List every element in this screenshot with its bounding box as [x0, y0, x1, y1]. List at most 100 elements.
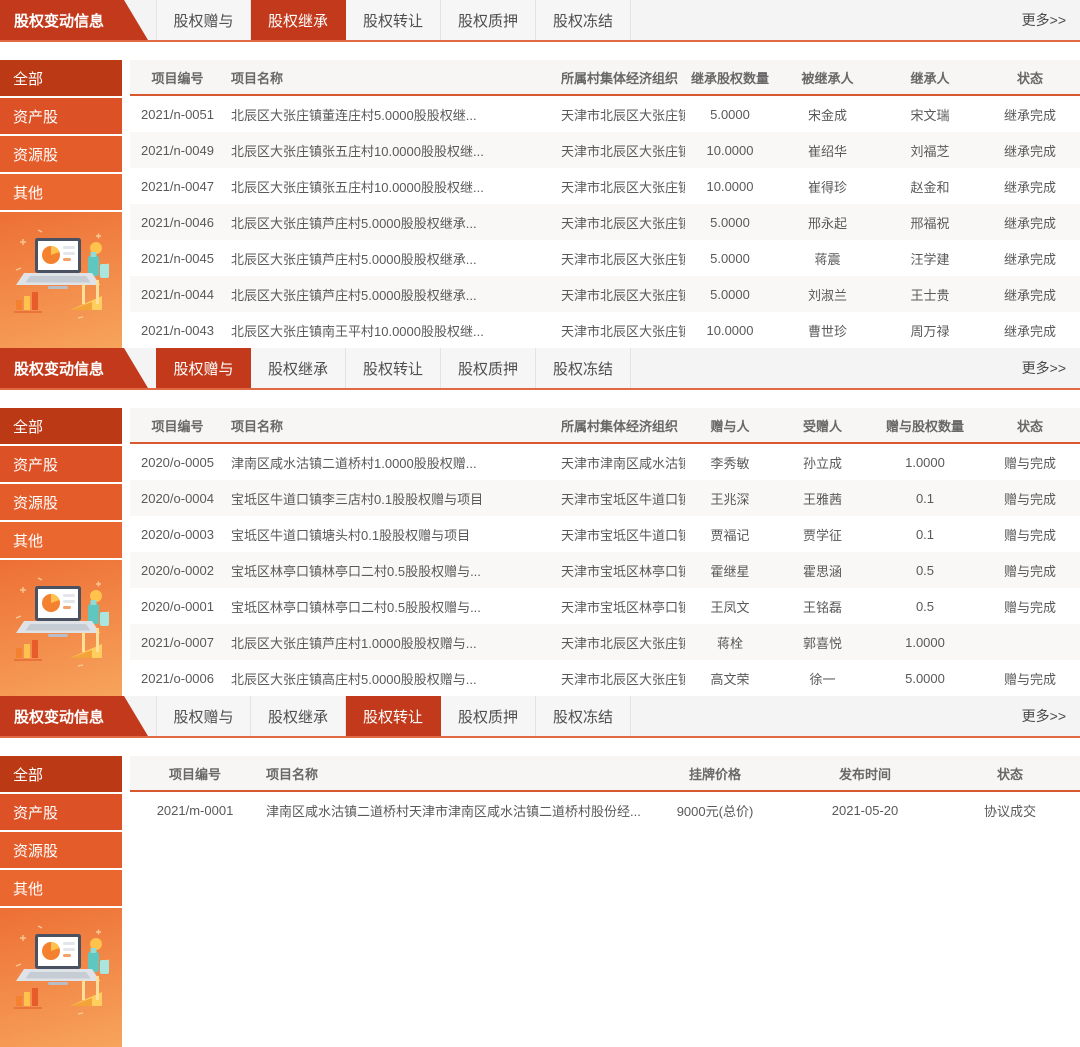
table-row[interactable]: 2021/n-0043北辰区大张庄镇南王平村10.0000股股权继...天津市北… — [130, 312, 1080, 348]
tab-equity-gift[interactable]: 股权赠与 — [156, 696, 251, 736]
laptop-analytics-illustration — [8, 922, 114, 1022]
table-cell: 1.0000 — [870, 455, 980, 470]
table-row[interactable]: 2021/o-0006北辰区大张庄镇高庄村5.0000股股权赠与...天津市北辰… — [130, 660, 1080, 696]
sidebar-item-all[interactable]: 全部 — [0, 756, 122, 794]
table-cell: 周万禄 — [880, 321, 980, 340]
sidebar-item-asset-shares[interactable]: 资产股 — [0, 98, 122, 136]
table-cell: 孙立成 — [775, 453, 870, 472]
table-cell: 王凤文 — [685, 597, 775, 616]
sidebar-item-other[interactable]: 其他 — [0, 522, 122, 560]
table-cell: 2021/n-0044 — [130, 287, 225, 302]
section-content: 全部资产股资源股其他 项目编号项目名称所属村集体经济组织赠与人受赠人赠与股权数量… — [0, 408, 1080, 696]
sidebar-item-all[interactable]: 全部 — [0, 60, 122, 98]
table-cell: 李秀敏 — [685, 453, 775, 472]
more-link[interactable]: 更多>> — [1022, 0, 1080, 40]
table-row[interactable]: 2020/o-0002宝坻区林亭口镇林亭口二村0.5股股权赠与...天津市宝坻区… — [130, 552, 1080, 588]
table-body: 2021/m-0001津南区咸水沽镇二道桥村天津市津南区咸水沽镇二道桥村股份经.… — [130, 792, 1080, 1047]
table-row[interactable]: 2021/n-0049北辰区大张庄镇张五庄村10.0000股股权继...天津市北… — [130, 132, 1080, 168]
table-cell: 2021/o-0007 — [130, 635, 225, 650]
tab-equity-transfer[interactable]: 股权转让 — [346, 348, 441, 388]
column-header: 项目名称 — [225, 416, 555, 435]
column-header: 赠与股权数量 — [870, 416, 980, 435]
sidebar-illustration-area — [0, 212, 122, 348]
more-link[interactable]: 更多>> — [1022, 348, 1080, 388]
table-row[interactable]: 2021/n-0045北辰区大张庄镇芦庄村5.0000股股权继承...天津市北辰… — [130, 240, 1080, 276]
table-cell: 天津市宝坻区牛道口镇李三店村股... — [555, 489, 685, 508]
tab-bar: 股权变动信息 股权赠与股权继承股权转让股权质押股权冻结 更多>> — [0, 348, 1080, 390]
tab-equity-freeze[interactable]: 股权冻结 — [536, 348, 631, 388]
section-equity-gift: 股权变动信息 股权赠与股权继承股权转让股权质押股权冻结 更多>> 全部资产股资源… — [0, 348, 1080, 696]
tab-equity-inheritance[interactable]: 股权继承 — [251, 696, 346, 736]
tab-equity-inheritance[interactable]: 股权继承 — [251, 348, 346, 388]
tab-equity-transfer[interactable]: 股权转让 — [346, 0, 441, 40]
tab-equity-inheritance[interactable]: 股权继承 — [251, 0, 346, 40]
table-cell: 蒋栓 — [685, 633, 775, 652]
tab-equity-freeze[interactable]: 股权冻结 — [536, 696, 631, 736]
table-cell: 5.0000 — [685, 251, 775, 266]
sidebar-item-resource-shares[interactable]: 资源股 — [0, 832, 122, 870]
column-header: 挂牌价格 — [640, 764, 790, 783]
tab-equity-pledge[interactable]: 股权质押 — [441, 348, 536, 388]
tab-equity-gift[interactable]: 股权赠与 — [156, 0, 251, 40]
table-cell: 继承完成 — [980, 105, 1080, 124]
table-cell: 2020/o-0001 — [130, 599, 225, 614]
table-cell: 宝坻区牛道口镇塘头村0.1股股权赠与项目 — [225, 525, 555, 544]
table-cell: 天津市北辰区大张庄镇张五庄村股... — [555, 177, 685, 196]
table-cell: 刘淑兰 — [775, 285, 880, 304]
tab-equity-gift[interactable]: 股权赠与 — [156, 348, 251, 388]
tab-equity-freeze[interactable]: 股权冻结 — [536, 0, 631, 40]
table-cell: 天津市北辰区大张庄镇芦庄村股份... — [555, 633, 685, 652]
tab-equity-pledge[interactable]: 股权质押 — [441, 696, 536, 736]
table-cell: 5.0000 — [685, 215, 775, 230]
table-row[interactable]: 2020/o-0005津南区咸水沽镇二道桥村1.0000股股权赠...天津市津南… — [130, 444, 1080, 480]
table-cell: 北辰区大张庄镇张五庄村10.0000股股权继... — [225, 141, 555, 160]
sidebar-item-asset-shares[interactable]: 资产股 — [0, 794, 122, 832]
table-cell: 宋金成 — [775, 105, 880, 124]
table-row[interactable]: 2021/m-0001津南区咸水沽镇二道桥村天津市津南区咸水沽镇二道桥村股份经.… — [130, 792, 1080, 828]
tab-equity-pledge[interactable]: 股权质押 — [441, 0, 536, 40]
table-cell: 天津市宝坻区林亭口镇林亭口二村... — [555, 561, 685, 580]
table-cell: 天津市宝坻区林亭口镇林亭口二村... — [555, 597, 685, 616]
table-cell: 北辰区大张庄镇高庄村5.0000股股权赠与... — [225, 669, 555, 688]
table-cell: 北辰区大张庄镇芦庄村5.0000股股权继承... — [225, 213, 555, 232]
table-cell: 赠与完成 — [980, 669, 1080, 688]
table-cell: 北辰区大张庄镇张五庄村10.0000股股权继... — [225, 177, 555, 196]
sidebar-item-asset-shares[interactable]: 资产股 — [0, 446, 122, 484]
sidebar-item-resource-shares[interactable]: 资源股 — [0, 136, 122, 174]
table-row[interactable]: 2021/o-0007北辰区大张庄镇芦庄村1.0000股股权赠与...天津市北辰… — [130, 624, 1080, 660]
tab-bar: 股权变动信息 股权赠与股权继承股权转让股权质押股权冻结 更多>> — [0, 696, 1080, 738]
section-banner: 股权变动信息 — [0, 348, 148, 388]
table-cell: 郭喜悦 — [775, 633, 870, 652]
table-row[interactable]: 2021/n-0047北辰区大张庄镇张五庄村10.0000股股权继...天津市北… — [130, 168, 1080, 204]
table-row[interactable]: 2021/n-0051北辰区大张庄镇董连庄村5.0000股股权继...天津市北辰… — [130, 96, 1080, 132]
table-cell: 赵金和 — [880, 177, 980, 196]
table-cell: 10.0000 — [685, 179, 775, 194]
sidebar-item-other[interactable]: 其他 — [0, 870, 122, 908]
column-header: 受赠人 — [775, 416, 870, 435]
column-header: 继承股权数量 — [685, 68, 775, 87]
sidebar-item-other[interactable]: 其他 — [0, 174, 122, 212]
section-banner: 股权变动信息 — [0, 0, 148, 40]
table-row[interactable]: 2020/o-0001宝坻区林亭口镇林亭口二村0.5股股权赠与...天津市宝坻区… — [130, 588, 1080, 624]
table-row[interactable]: 2020/o-0004宝坻区牛道口镇李三店村0.1股股权赠与项目天津市宝坻区牛道… — [130, 480, 1080, 516]
sidebar-item-resource-shares[interactable]: 资源股 — [0, 484, 122, 522]
table-cell: 2020/o-0003 — [130, 527, 225, 542]
table-cell: 天津市北辰区大张庄镇董连庄村股... — [555, 105, 685, 124]
sidebar-illustration-area — [0, 908, 122, 1047]
sidebar-item-all[interactable]: 全部 — [0, 408, 122, 446]
category-sidebar: 全部资产股资源股其他 — [0, 60, 122, 348]
table-row[interactable]: 2020/o-0003宝坻区牛道口镇塘头村0.1股股权赠与项目天津市宝坻区牛道口… — [130, 516, 1080, 552]
table-cell: 2021/m-0001 — [130, 803, 260, 818]
table-header: 项目编号项目名称所属村集体经济组织赠与人受赠人赠与股权数量状态 — [130, 408, 1080, 444]
table-cell: 曹世珍 — [775, 321, 880, 340]
column-header: 继承人 — [880, 68, 980, 87]
table-header: 项目编号项目名称所属村集体经济组织继承股权数量被继承人继承人状态 — [130, 60, 1080, 96]
table-row[interactable]: 2021/n-0046北辰区大张庄镇芦庄村5.0000股股权继承...天津市北辰… — [130, 204, 1080, 240]
table-cell: 天津市北辰区大张庄镇南王平村股... — [555, 321, 685, 340]
table-cell: 继承完成 — [980, 321, 1080, 340]
more-link[interactable]: 更多>> — [1022, 696, 1080, 736]
table-row[interactable]: 2021/n-0044北辰区大张庄镇芦庄村5.0000股股权继承...天津市北辰… — [130, 276, 1080, 312]
tab-equity-transfer[interactable]: 股权转让 — [346, 696, 441, 736]
table-cell: 王雅茜 — [775, 489, 870, 508]
table-cell: 2021/n-0051 — [130, 107, 225, 122]
